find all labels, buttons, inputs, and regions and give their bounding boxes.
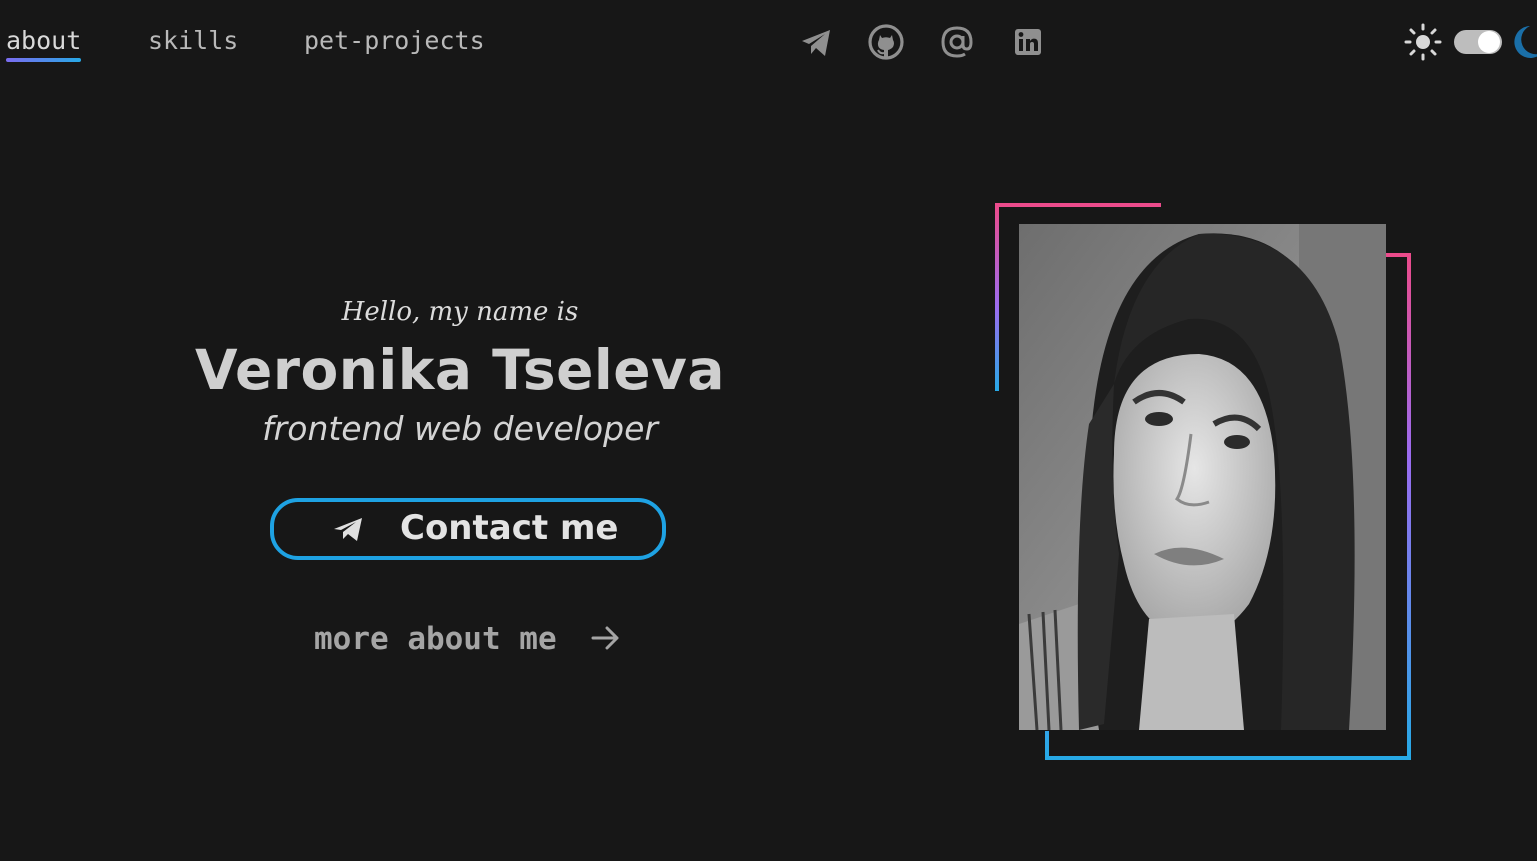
email-at-icon[interactable] bbox=[937, 22, 977, 62]
github-icon[interactable] bbox=[866, 22, 906, 62]
nav-link-about[interactable]: about bbox=[6, 26, 82, 62]
sun-icon[interactable] bbox=[1404, 23, 1442, 61]
theme-toggle[interactable] bbox=[1454, 30, 1502, 54]
telegram-icon[interactable] bbox=[796, 22, 836, 62]
toggle-knob bbox=[1478, 31, 1500, 53]
moon-icon[interactable] bbox=[1508, 23, 1537, 61]
nav-link-pet-projects[interactable]: pet-projects bbox=[304, 26, 485, 56]
greeting-text: Hello, my name is bbox=[341, 297, 579, 327]
more-about-me-label: more about me bbox=[314, 621, 557, 657]
top-nav: about skills pet-projects bbox=[0, 0, 1537, 80]
profile-photo-block bbox=[990, 200, 1415, 765]
contact-me-label: Contact me bbox=[400, 508, 619, 548]
paper-plane-icon bbox=[334, 518, 362, 541]
profile-photo bbox=[1019, 224, 1386, 730]
nav-link-skills[interactable]: skills bbox=[148, 26, 238, 56]
hero-intro: Hello, my name is Veronika Tseleva front… bbox=[180, 290, 740, 452]
page: about skills pet-projects Hello, my name… bbox=[0, 0, 1537, 861]
full-name-heading: Veronika Tseleva bbox=[195, 338, 725, 402]
theme-switch bbox=[1404, 22, 1537, 62]
role-subtitle: frontend web developer bbox=[262, 409, 658, 448]
linkedin-icon[interactable] bbox=[1008, 22, 1048, 62]
arrow-right-icon bbox=[591, 626, 619, 650]
more-about-me-link[interactable]: more about me bbox=[314, 617, 623, 661]
contact-me-button[interactable]: Contact me bbox=[270, 498, 666, 560]
